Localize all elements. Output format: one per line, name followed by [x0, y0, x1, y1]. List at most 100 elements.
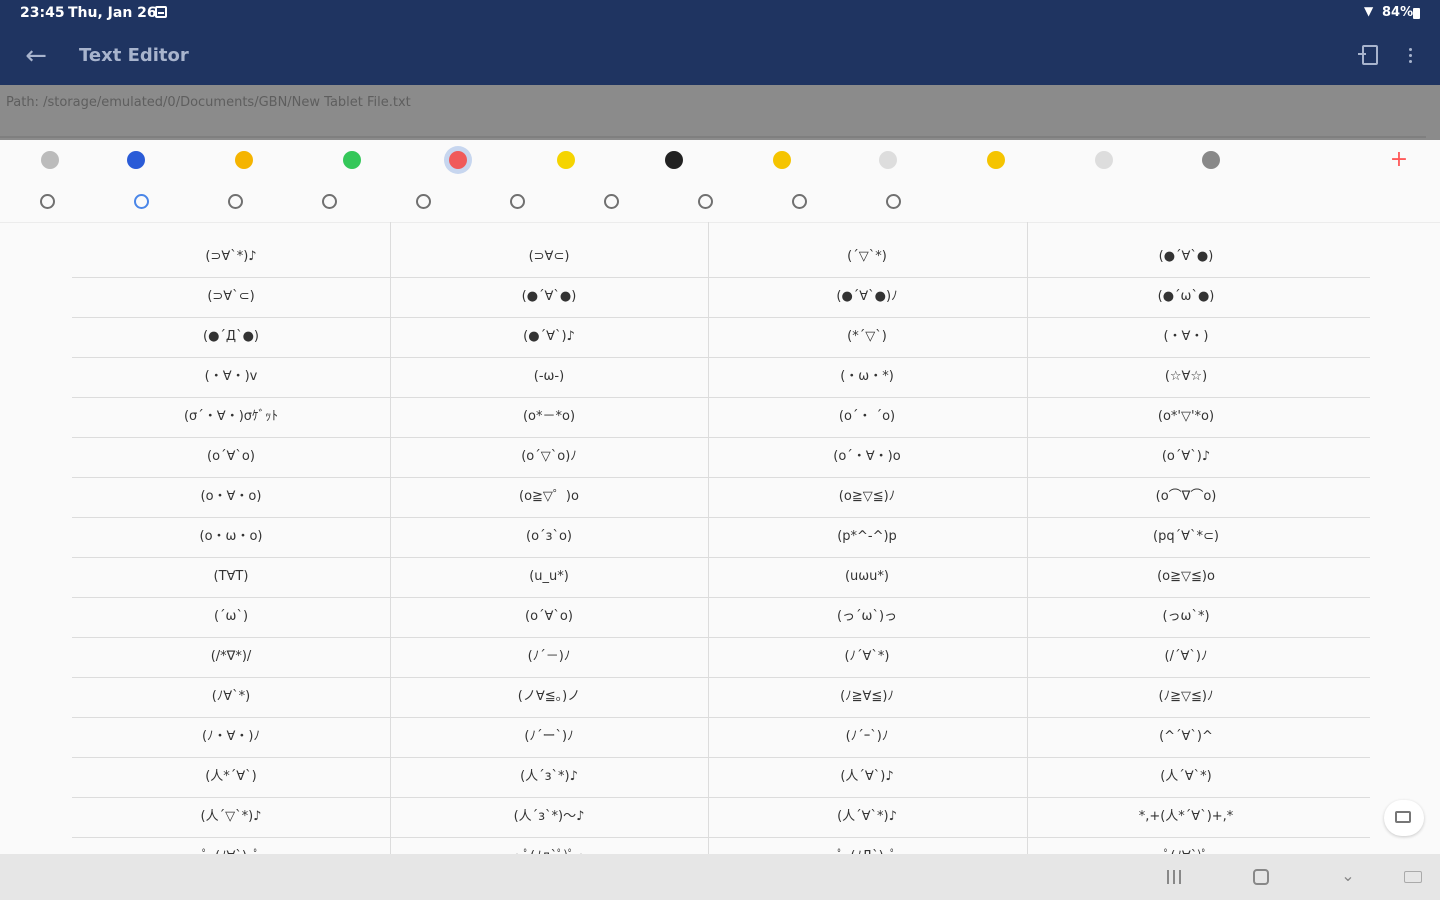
- kaomoji-cell[interactable]: (/´∀`)ﾉ: [1027, 637, 1345, 677]
- kaomoji-cell[interactable]: (o´▽`o)ﾉ: [390, 437, 708, 477]
- kaomoji-cell[interactable]: ･ﾟ･(ﾉ∀`)･ﾟ･: [72, 837, 390, 854]
- document-icon[interactable]: [1358, 45, 1378, 65]
- emoticon-icon[interactable]: [222, 188, 248, 214]
- kaomoji-cell[interactable]: (´ω`): [72, 597, 390, 637]
- kaomoji-cell[interactable]: (ﾉ´ｰ`)ﾉ: [708, 717, 1026, 757]
- rabbit-face-icon[interactable]: [1090, 146, 1118, 174]
- kaomoji-cell[interactable]: (o≧▽゜)o: [390, 477, 708, 517]
- kaomoji-cell[interactable]: (⊃∀`*)♪: [72, 237, 390, 277]
- kaomoji-cell[interactable]: (p*^-^)p: [708, 517, 1026, 557]
- emoticon-icon[interactable]: [504, 188, 530, 214]
- kaomoji-cell[interactable]: (o*－*o): [390, 397, 708, 437]
- kaomoji-cell[interactable]: (☆∀☆): [1027, 357, 1345, 397]
- circle-outline-icon-glyph: [879, 151, 897, 169]
- kaomoji-cell[interactable]: (pq´∀`*⊂): [1027, 517, 1345, 557]
- kaomoji-cell[interactable]: (人´∀`*): [1027, 757, 1345, 797]
- kaomoji-cell[interactable]: (o´∀`o): [72, 437, 390, 477]
- person-icon[interactable]: [660, 146, 688, 174]
- kaomoji-cell[interactable]: (-ω-): [390, 357, 708, 397]
- kaomoji-cell[interactable]: *,+(人*´∀`)+,*: [1027, 797, 1345, 837]
- home-icon[interactable]: [1253, 869, 1269, 885]
- clock-icon[interactable]: [34, 188, 60, 214]
- emoticon-happy-icon[interactable]: [128, 188, 154, 214]
- kaomoji-cell[interactable]: (人´▽`*)♪: [72, 797, 390, 837]
- kaomoji-cell[interactable]: (・ω・*): [708, 357, 1026, 397]
- kaomoji-cell[interactable]: (o≧▽≦)o: [1027, 557, 1345, 597]
- kaomoji-cell[interactable]: (o⌒∇⌒o): [1027, 477, 1345, 517]
- bell-icon[interactable]: [982, 146, 1010, 174]
- kaomoji-cell[interactable]: (⊃∀⊂): [390, 237, 708, 277]
- kaomoji-cell[interactable]: (ノ∀≦。)ノ: [390, 677, 708, 717]
- back-arrow-icon[interactable]: ←: [22, 42, 50, 70]
- emoticon-icon[interactable]: [316, 188, 342, 214]
- kaomoji-cell[interactable]: (σ´・∀・)σｹﾞｯﾄ: [72, 397, 390, 437]
- more-vert-icon[interactable]: [1400, 42, 1420, 70]
- kaomoji-cell[interactable]: (人´∀`)♪: [708, 757, 1026, 797]
- kaomoji-cell[interactable]: ･ﾟ(ﾉ∀`)ﾟ･: [1027, 837, 1345, 854]
- kaomoji-row: (ﾉ∀`*) (ノ∀≦。)ノ (ﾉ≧∀≦)ﾉ (ﾉ≧▽≦)ﾉ: [72, 677, 1370, 718]
- kaomoji-cell[interactable]: (^´∀`)^: [1027, 717, 1345, 757]
- kaomoji-cell[interactable]: (u_u*): [390, 557, 708, 597]
- backspace-icon[interactable]: [1384, 800, 1424, 836]
- kaomoji-cell[interactable]: (⊃∀`⊂): [72, 277, 390, 317]
- kaomoji-cell[interactable]: (o*'▽'*o): [1027, 397, 1345, 437]
- emoticon-face-icon[interactable]: [598, 188, 624, 214]
- kaomoji-cell[interactable]: ･ﾟ･(ﾉД`)･ﾟ･: [708, 837, 1026, 854]
- settings-gear-icon[interactable]: [1197, 146, 1225, 174]
- emoticon-icon[interactable]: [692, 188, 718, 214]
- kaomoji-cell[interactable]: (o´з`o): [390, 517, 708, 557]
- kaomoji-cell[interactable]: (o・ω・o): [72, 517, 390, 557]
- kaomoji-cell[interactable]: (ﾉ≧▽≦)ﾉ: [1027, 677, 1345, 717]
- kaomoji-cell[interactable]: (/*∇*)/: [72, 637, 390, 677]
- kaomoji-cell[interactable]: (っω`*): [1027, 597, 1345, 637]
- kaomoji-cell[interactable]: (●´Д`●): [72, 317, 390, 357]
- kaomoji-cell[interactable]: (ﾉ≧∀≦)ﾉ: [708, 677, 1026, 717]
- emoticon-icon[interactable]: [880, 188, 906, 214]
- kaomoji-cell[interactable]: (・∀・): [1027, 317, 1345, 357]
- peanut-icon[interactable]: [768, 146, 796, 174]
- chevron-down-icon[interactable]: ⌄: [1338, 866, 1358, 886]
- kaomoji-cell[interactable]: (ﾉ・∀・)ﾉ: [72, 717, 390, 757]
- kaomoji-cell[interactable]: (ﾉ´∀`*): [708, 637, 1026, 677]
- kaomoji-cell[interactable]: (●´ω`●): [1027, 277, 1345, 317]
- kaomoji-cell[interactable]: (●´∀`●): [390, 277, 708, 317]
- recent-apps-icon[interactable]: [1166, 870, 1182, 884]
- kaomoji-cell[interactable]: (o´∀`)♪: [1027, 437, 1345, 477]
- kaomoji-cell[interactable]: (ﾉ´ー`)ﾉ: [390, 717, 708, 757]
- kaomoji-cell[interactable]: (o´∀`o): [390, 597, 708, 637]
- kaomoji-cell[interactable]: (人´з`*)〜♪: [390, 797, 708, 837]
- column-divider: [708, 222, 709, 854]
- kaomoji-cell[interactable]: (●´∀`●): [1027, 237, 1345, 277]
- kaomoji-cell[interactable]: (uωu*): [708, 557, 1026, 597]
- grinning-face-icon-glyph: [235, 151, 253, 169]
- emoticon-icon[interactable]: [786, 188, 812, 214]
- keyboard-icon[interactable]: [36, 146, 64, 174]
- kaomoji-cell[interactable]: (ﾉ´－)ﾉ: [390, 637, 708, 677]
- kaomoji-cell[interactable]: (人*´∀`): [72, 757, 390, 797]
- cat-face-icon[interactable]: [444, 146, 472, 174]
- kaomoji-cell[interactable]: (人´∀`*)♪: [708, 797, 1026, 837]
- keyboard-icon[interactable]: [1404, 871, 1422, 883]
- sparkle-icon[interactable]: [552, 146, 580, 174]
- kaomoji-cell[interactable]: (o´・∀・)o: [708, 437, 1026, 477]
- circle-outline-icon[interactable]: [874, 146, 902, 174]
- kaomoji-row: (人´▽`*)♪ (人´з`*)〜♪ (人´∀`*)♪ *,+(人*´∀`)+,*: [72, 797, 1370, 838]
- kaomoji-cell[interactable]: ・ﾟ(ﾉд`ﾟ)ﾟ・: [390, 837, 708, 854]
- kaomoji-cell[interactable]: (ﾉ∀`*): [72, 677, 390, 717]
- kaomoji-cell[interactable]: (o≧▽≦)ﾉ: [708, 477, 1026, 517]
- kaomoji-cell[interactable]: (o・∀・o): [72, 477, 390, 517]
- speech-bubble-icon[interactable]: [338, 146, 366, 174]
- emoticon-icon[interactable]: [410, 188, 436, 214]
- kaomoji-cell[interactable]: (T∀T): [72, 557, 390, 597]
- kaomoji-cell[interactable]: (´▽`*): [708, 237, 1026, 277]
- kaomoji-cell[interactable]: (・∀・)v: [72, 357, 390, 397]
- kaomoji-cell[interactable]: (●´∀`●)ﾉ: [708, 277, 1026, 317]
- kaomoji-cell[interactable]: (人´з`*)♪: [390, 757, 708, 797]
- grinning-face-icon[interactable]: [230, 146, 258, 174]
- kaomoji-cell[interactable]: (っ´ω`)っ: [708, 597, 1026, 637]
- kaomoji-cell[interactable]: (*´▽`): [708, 317, 1026, 357]
- kaomoji-cell[interactable]: (●´∀`)♪: [390, 317, 708, 357]
- kaomoji-cell[interactable]: (o´・ ´o): [708, 397, 1026, 437]
- home-icon[interactable]: [122, 146, 150, 174]
- add-icon[interactable]: +: [1389, 146, 1409, 174]
